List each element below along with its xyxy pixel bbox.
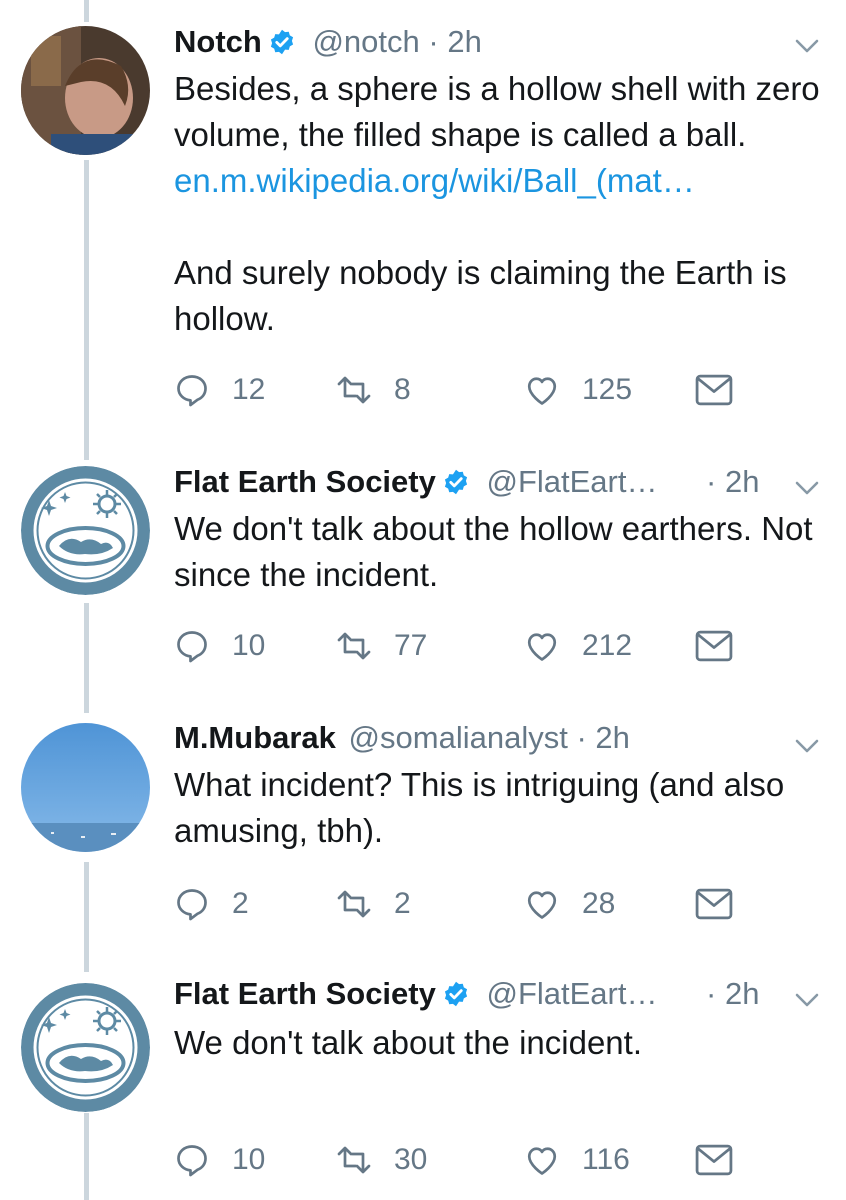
timestamp[interactable]: 2h bbox=[725, 464, 759, 499]
reply-count: 12 bbox=[232, 373, 266, 406]
tweet-text: We don't talk about the incident. bbox=[174, 1024, 642, 1061]
retweet-icon bbox=[337, 890, 371, 918]
timestamp[interactable]: 2h bbox=[595, 720, 629, 755]
retweet-button[interactable]: 2 bbox=[336, 884, 411, 924]
tweet-header: Flat Earth Society @FlatEart… bbox=[174, 974, 657, 1014]
reply-icon bbox=[177, 889, 207, 921]
reply-button[interactable]: 2 bbox=[174, 884, 249, 924]
like-button[interactable]: 116 bbox=[524, 1140, 630, 1180]
like-button[interactable]: 212 bbox=[524, 626, 632, 666]
avatar-photo bbox=[21, 26, 150, 155]
handle[interactable]: @FlatEart… bbox=[486, 976, 657, 1011]
tweet-text: We don't talk about the hollow earthers.… bbox=[174, 510, 813, 593]
reply-icon bbox=[177, 375, 207, 407]
avatar[interactable] bbox=[21, 983, 150, 1112]
timestamp[interactable]: 2h bbox=[725, 976, 759, 1011]
like-count: 116 bbox=[582, 1143, 630, 1176]
direct-message-button[interactable] bbox=[694, 884, 756, 924]
tweet[interactable]: Flat Earth Society @FlatEart… · 2h We do… bbox=[0, 960, 846, 1200]
chevron-down-icon[interactable] bbox=[794, 480, 820, 496]
direct-message-button[interactable] bbox=[694, 1140, 756, 1180]
reply-count: 10 bbox=[232, 629, 266, 662]
tweet-link[interactable]: en.m.wikipedia.org/wiki/Ball_(mat… bbox=[174, 162, 695, 199]
tweet-text-part: And surely nobody is claiming the Earth … bbox=[174, 254, 787, 337]
tweet-actions: 12 8 125 bbox=[174, 370, 774, 410]
handle[interactable]: @notch bbox=[312, 24, 419, 59]
verified-badge-icon bbox=[270, 29, 293, 55]
reply-button[interactable]: 12 bbox=[174, 370, 265, 410]
handle[interactable]: @FlatEart… bbox=[486, 464, 657, 499]
avatar[interactable] bbox=[21, 466, 150, 595]
avatar[interactable] bbox=[21, 26, 150, 155]
like-count: 212 bbox=[582, 629, 633, 662]
timestamp[interactable]: 2h bbox=[447, 24, 481, 59]
reply-count: 2 bbox=[232, 887, 249, 920]
display-name[interactable]: Flat Earth Society bbox=[174, 976, 436, 1011]
retweet-icon bbox=[337, 1146, 371, 1174]
tweet-actions: 2 2 28 bbox=[174, 884, 774, 924]
avatar-logo bbox=[21, 466, 150, 595]
retweet-count: 77 bbox=[394, 629, 428, 662]
direct-message-icon bbox=[695, 630, 733, 662]
tweet[interactable]: M.Mubarak @somalianalyst · 2h What incid… bbox=[0, 700, 846, 960]
verified-badge-icon bbox=[444, 981, 467, 1007]
direct-message-button[interactable] bbox=[694, 626, 756, 666]
reply-icon bbox=[177, 1145, 207, 1177]
tweet[interactable]: Notch @notch · 2h Besides, a sphere is a… bbox=[0, 0, 846, 440]
display-name[interactable]: Flat Earth Society bbox=[174, 464, 436, 499]
separator-dot: · bbox=[706, 976, 717, 1011]
avatar-logo bbox=[21, 983, 150, 1112]
like-button[interactable]: 125 bbox=[524, 370, 632, 410]
tweet-header: Notch @notch · 2h bbox=[174, 22, 482, 62]
like-icon bbox=[527, 1147, 557, 1175]
tweet-actions: 10 77 212 bbox=[174, 626, 774, 666]
retweet-icon bbox=[337, 632, 371, 660]
display-name[interactable]: Notch bbox=[174, 24, 262, 59]
retweet-count: 30 bbox=[394, 1143, 428, 1176]
chevron-down-icon[interactable] bbox=[794, 992, 820, 1008]
avatar[interactable] bbox=[21, 723, 150, 852]
tweet-time: · 2h bbox=[706, 974, 759, 1014]
reply-button[interactable]: 10 bbox=[174, 626, 265, 666]
retweet-count: 2 bbox=[394, 887, 411, 920]
tweet-header: Flat Earth Society @FlatEart… bbox=[174, 462, 657, 502]
retweet-count: 8 bbox=[394, 373, 411, 406]
verified-badge-icon bbox=[444, 469, 467, 495]
avatar-photo bbox=[21, 723, 150, 852]
direct-message-icon bbox=[695, 888, 733, 920]
separator-dot: · bbox=[706, 464, 717, 499]
tweet-actions: 10 30 116 bbox=[174, 1140, 774, 1180]
tweet-header: M.Mubarak @somalianalyst · 2h bbox=[174, 718, 630, 758]
tweet-text: Besides, a sphere is a hollow shell with… bbox=[174, 66, 824, 342]
retweet-button[interactable]: 8 bbox=[336, 370, 411, 410]
chevron-down-icon[interactable] bbox=[794, 738, 820, 754]
reply-button[interactable]: 10 bbox=[174, 1140, 265, 1180]
like-icon bbox=[527, 377, 557, 405]
chevron-down-icon[interactable] bbox=[794, 38, 820, 54]
tweet-time: · 2h bbox=[706, 462, 759, 502]
like-icon bbox=[527, 633, 557, 661]
direct-message-icon bbox=[695, 374, 733, 406]
separator-dot: · bbox=[428, 24, 439, 59]
tweet-text: What incident? This is intriguing (and a… bbox=[174, 766, 785, 849]
direct-message-icon bbox=[695, 1144, 733, 1176]
reply-count: 10 bbox=[232, 1143, 266, 1176]
handle[interactable]: @somalianalyst bbox=[349, 720, 568, 755]
reply-icon bbox=[177, 631, 207, 663]
like-button[interactable]: 28 bbox=[524, 884, 615, 924]
like-icon bbox=[527, 891, 557, 919]
like-count: 28 bbox=[582, 887, 616, 920]
like-count: 125 bbox=[582, 373, 633, 406]
display-name[interactable]: M.Mubarak bbox=[174, 720, 336, 755]
retweet-button[interactable]: 77 bbox=[336, 626, 427, 666]
tweet-text-part: Besides, a sphere is a hollow shell with… bbox=[174, 70, 820, 153]
retweet-icon bbox=[337, 376, 371, 404]
direct-message-button[interactable] bbox=[694, 370, 756, 410]
separator-dot: · bbox=[576, 720, 587, 755]
tweet[interactable]: Flat Earth Society @FlatEart… · 2h We do… bbox=[0, 440, 846, 700]
retweet-button[interactable]: 30 bbox=[336, 1140, 427, 1180]
